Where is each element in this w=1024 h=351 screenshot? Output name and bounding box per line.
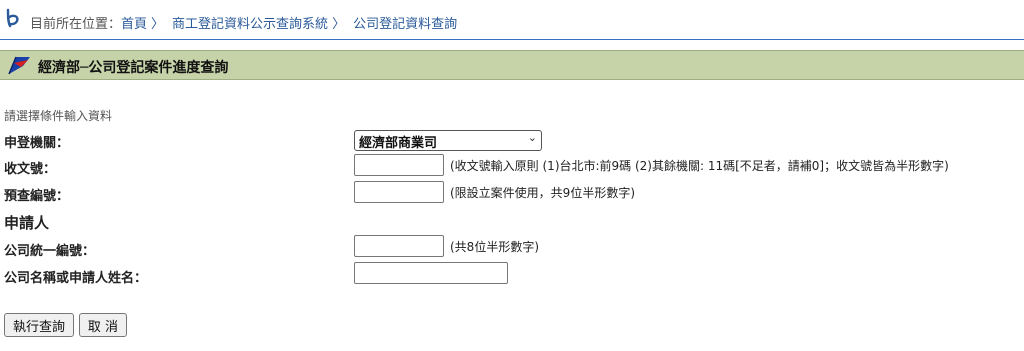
chevron-down-icon: ⌄ [527, 131, 537, 144]
company-id-hint: (共8位半形數字) [450, 240, 539, 254]
page-title: 經濟部─公司登記案件進度查詢 [38, 60, 229, 76]
breadcrumb-system-link[interactable]: 商工登記資料公示查詢系統 [172, 17, 328, 32]
agency-select-value: 經濟部商業司 [359, 136, 438, 151]
applicant-heading: 申請人 [4, 214, 50, 232]
breadcrumb-text: 目前所在位置：首頁〉商工登記資料公示查詢系統〉公司登記資料查詢 [30, 13, 457, 32]
breadcrumb-separator: 〉 [151, 17, 165, 32]
cancel-button[interactable]: 取 消 [79, 313, 127, 337]
agency-label: 申登機關： [4, 136, 70, 151]
submit-query-button[interactable]: 執行查詢 [4, 313, 74, 337]
agency-select[interactable]: 經濟部商業司 ⌄ [354, 130, 542, 151]
receipt-no-label: 收文號： [4, 162, 57, 177]
company-name-label: 公司名稱或申請人姓名： [4, 271, 148, 286]
receipt-no-input[interactable] [354, 154, 444, 176]
receipt-no-hint: (收文號輸入原則 (1)台北市:前9碼 (2)其餘機關: 11碼[不足者，請補0… [450, 159, 949, 173]
title-bar: 經濟部─公司登記案件進度查詢 [0, 50, 1024, 80]
breadcrumb-divider [0, 39, 1024, 40]
breadcrumb: 目前所在位置：首頁〉商工登記資料公示查詢系統〉公司登記資料查詢 [0, 0, 1024, 40]
moea-logo-icon [6, 8, 19, 28]
breadcrumb-home-link[interactable]: 首頁 [121, 17, 147, 32]
precheck-no-label: 預查編號： [4, 189, 70, 204]
moea-flag-icon [8, 56, 30, 75]
breadcrumb-separator: 〉 [332, 17, 346, 32]
breadcrumb-current[interactable]: 公司登記資料查詢 [353, 17, 457, 32]
company-name-input[interactable] [354, 262, 508, 284]
company-id-label: 公司統一編號： [4, 244, 96, 259]
precheck-no-input[interactable] [354, 181, 444, 203]
precheck-no-hint: (限設立案件使用，共9位半形數字) [450, 186, 635, 200]
company-id-input[interactable] [354, 235, 444, 257]
breadcrumb-prefix: 目前所在位置： [30, 17, 122, 32]
instructions-text: 請選擇條件輸入資料 [4, 109, 113, 123]
